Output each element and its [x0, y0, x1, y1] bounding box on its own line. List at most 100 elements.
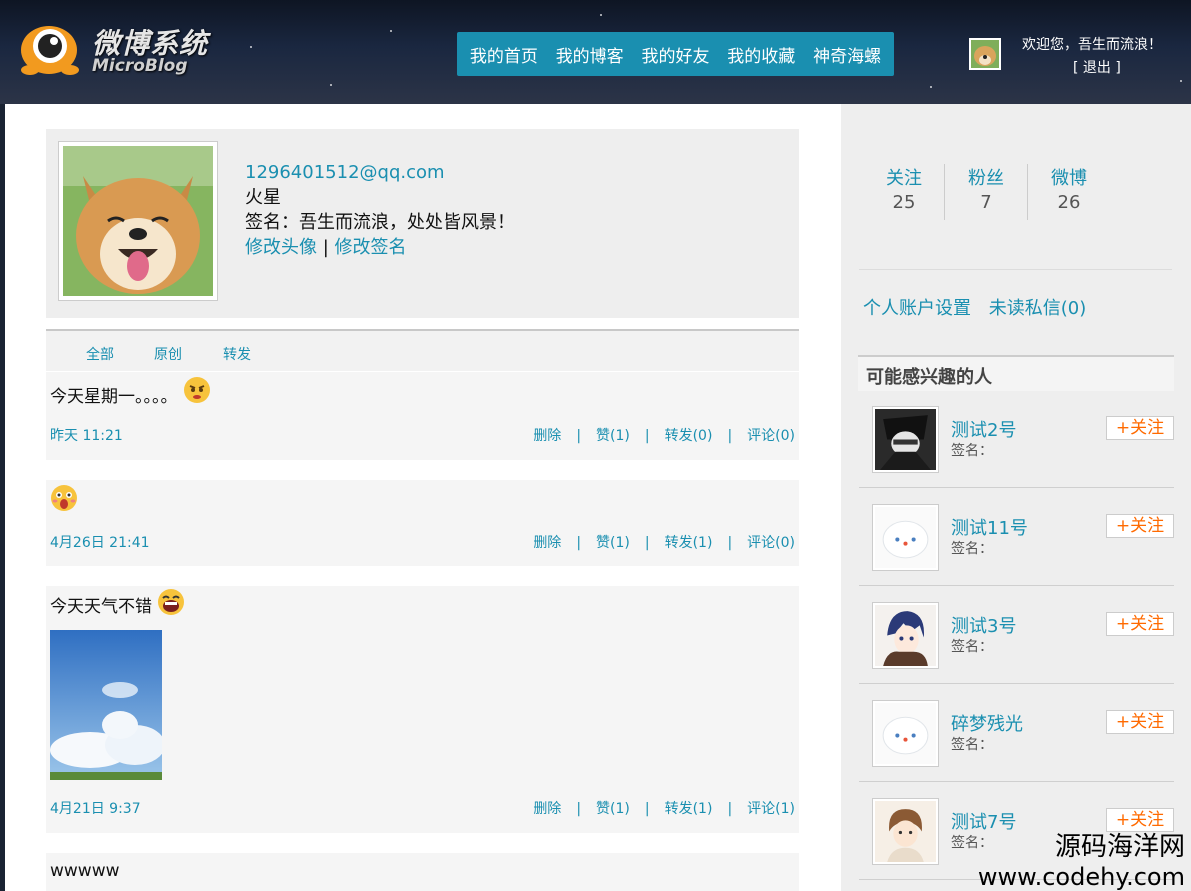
- welcome-text: 欢迎您，吾生而流浪！: [1022, 37, 1162, 53]
- main-content: 1296401512@qq.com 火星 签名：吾生而流浪，处处皆风景！ 修改头…: [5, 104, 841, 891]
- post-text: wwwww: [50, 861, 120, 881]
- dog-avatar-icon: [971, 40, 999, 68]
- shiba-dog-photo-icon: [63, 146, 213, 296]
- star-decor: [930, 86, 932, 88]
- comment-link[interactable]: 评论(0): [747, 535, 795, 551]
- watermark-line-1: 源码海洋网: [1054, 832, 1185, 862]
- repost-link[interactable]: 转发(1): [665, 535, 713, 551]
- nav-magic-conch[interactable]: 神奇海螺: [813, 42, 881, 67]
- post-item: 4月26日 21:41 删除 | 赞(1) | 转发(1) | 评论(0): [46, 480, 799, 566]
- tab-repost[interactable]: 转发: [223, 344, 251, 364]
- suggested-user: 碎梦残光 签名： +关注: [859, 684, 1174, 782]
- edit-signature-link[interactable]: 修改签名: [335, 237, 407, 258]
- suggested-user: 测试3号 签名： +关注: [859, 586, 1174, 684]
- post-item: 今天天气不错 4月21日 9:37 删除 | 赞(1) | 转发(1) | 评论…: [46, 586, 799, 833]
- follow-button[interactable]: +关注: [1106, 612, 1174, 636]
- account-settings-link[interactable]: 个人账户设置: [863, 298, 971, 319]
- logout-link[interactable]: [ 退出 ]: [1073, 57, 1121, 77]
- profile-signature: 签名：吾生而流浪，处处皆风景！: [245, 212, 515, 233]
- suggested-user-name[interactable]: 测试7号: [951, 808, 1016, 834]
- watermark-line-2: www.codehy.com: [977, 863, 1185, 891]
- suggested-user-signature: 签名：: [951, 737, 993, 753]
- nav-blog[interactable]: 我的博客: [556, 42, 624, 67]
- profile-email[interactable]: 1296401512@qq.com: [245, 160, 515, 185]
- suggested-user-name[interactable]: 测试3号: [951, 612, 1016, 638]
- tab-original[interactable]: 原创: [154, 344, 182, 364]
- post-time: 4月21日 9:37: [50, 801, 141, 817]
- interest-heading: 可能感兴趣的人: [858, 355, 1174, 391]
- post-actions: 删除 | 赞(1) | 转发(1) | 评论(0): [533, 535, 795, 551]
- stat-value: 7: [980, 192, 992, 213]
- follow-button[interactable]: +关注: [1106, 416, 1174, 440]
- top-header: 微博系统 MicroBlog 我的首页 我的博客 我的好友 我的收藏 神奇海螺 …: [0, 0, 1191, 104]
- link-separator: |: [322, 237, 329, 258]
- like-link[interactable]: 赞(1): [596, 428, 630, 444]
- site-watermark: 源码海洋网 www.codehy.com: [978, 832, 1185, 891]
- dark-anime-avatar-icon: [875, 409, 936, 470]
- post-text-row: 今天星期一。。。。: [50, 377, 211, 407]
- edit-avatar-link[interactable]: 修改头像: [245, 237, 317, 258]
- profile-info: 1296401512@qq.com 火星 签名：吾生而流浪，处处皆风景！ 修改头…: [245, 160, 515, 260]
- profile-photo[interactable]: [58, 141, 218, 301]
- suggested-user: 测试2号 签名： +关注: [859, 390, 1174, 488]
- suggested-user-avatar[interactable]: [872, 602, 939, 669]
- stat-following[interactable]: 关注 25: [863, 164, 945, 213]
- post-time: 4月26日 21:41: [50, 535, 150, 551]
- tab-all[interactable]: 全部: [86, 344, 114, 364]
- follow-button[interactable]: +关注: [1106, 710, 1174, 734]
- suggested-user-avatar[interactable]: [872, 700, 939, 767]
- suggested-user-name[interactable]: 碎梦残光: [951, 710, 1023, 736]
- logo-eye-icon[interactable]: [18, 20, 80, 78]
- suggested-user-name[interactable]: 测试2号: [951, 416, 1016, 442]
- user-avatar[interactable]: [969, 38, 1001, 70]
- comment-link[interactable]: 评论(1): [747, 801, 795, 817]
- follow-button[interactable]: +关注: [1106, 514, 1174, 538]
- sidebar-divider: [859, 269, 1172, 270]
- post-text: 今天天气不错: [50, 597, 152, 617]
- star-decor: [330, 84, 332, 86]
- main-nav: 我的首页 我的博客 我的好友 我的收藏 神奇海螺: [457, 32, 894, 76]
- suggested-user: 测试11号 签名： +关注: [859, 488, 1174, 586]
- delete-link[interactable]: 删除: [533, 801, 561, 817]
- default-cloud-avatar-icon: [875, 507, 936, 568]
- suggested-user-signature: 签名：: [951, 639, 993, 655]
- shocked-emoji-icon: [51, 485, 77, 511]
- comment-link[interactable]: 评论(0): [747, 428, 795, 444]
- stat-followers[interactable]: 粉丝 7: [945, 164, 1027, 213]
- unread-messages-link[interactable]: 未读私信(0): [989, 298, 1087, 319]
- stat-label: 关注: [886, 168, 922, 189]
- sky-photo[interactable]: [50, 630, 162, 780]
- post-actions: 删除 | 赞(1) | 转发(0) | 评论(0): [533, 428, 795, 444]
- post-filter-tabs: 全部 原创 转发: [46, 329, 799, 371]
- account-links: 个人账户设置 未读私信(0): [863, 294, 1086, 320]
- default-cloud-avatar-icon: [875, 703, 936, 764]
- nav-friends[interactable]: 我的好友: [641, 42, 709, 67]
- post-text-row: [50, 484, 78, 512]
- stat-value: 25: [892, 192, 916, 213]
- like-link[interactable]: 赞(1): [596, 535, 630, 551]
- suggested-user-avatar[interactable]: [872, 798, 939, 865]
- suggested-user-signature: 签名：: [951, 541, 993, 557]
- delete-link[interactable]: 删除: [533, 535, 561, 551]
- stat-posts[interactable]: 微博 26: [1028, 164, 1110, 213]
- suggested-user-avatar[interactable]: [872, 406, 939, 473]
- delete-link[interactable]: 删除: [533, 428, 561, 444]
- stat-label: 微博: [1051, 168, 1087, 189]
- user-stats: 关注 25 粉丝 7 微博 26: [861, 164, 1171, 220]
- like-link[interactable]: 赞(1): [596, 801, 630, 817]
- repost-link[interactable]: 转发(0): [665, 428, 713, 444]
- post-time: 昨天 11:21: [50, 428, 123, 444]
- suggested-user-avatar[interactable]: [872, 504, 939, 571]
- post-text: 今天星期一。。。。: [50, 387, 178, 407]
- profile-card: 1296401512@qq.com 火星 签名：吾生而流浪，处处皆风景！ 修改头…: [46, 129, 799, 318]
- anime-boy-avatar-icon: [875, 605, 936, 666]
- post-item: wwwww: [46, 853, 799, 891]
- nav-favorites[interactable]: 我的收藏: [727, 42, 795, 67]
- follow-button[interactable]: +关注: [1106, 808, 1174, 832]
- sketch-girl-avatar-icon: [875, 801, 936, 862]
- suggested-user-signature: 签名：: [951, 443, 993, 459]
- nav-home[interactable]: 我的首页: [470, 42, 538, 67]
- repost-link[interactable]: 转发(1): [665, 801, 713, 817]
- suggested-user-name[interactable]: 测试11号: [951, 514, 1028, 540]
- post-item: 今天星期一。。。。 昨天 11:21 删除 | 赞(1) | 转发(0) | 评论(0): [46, 372, 799, 460]
